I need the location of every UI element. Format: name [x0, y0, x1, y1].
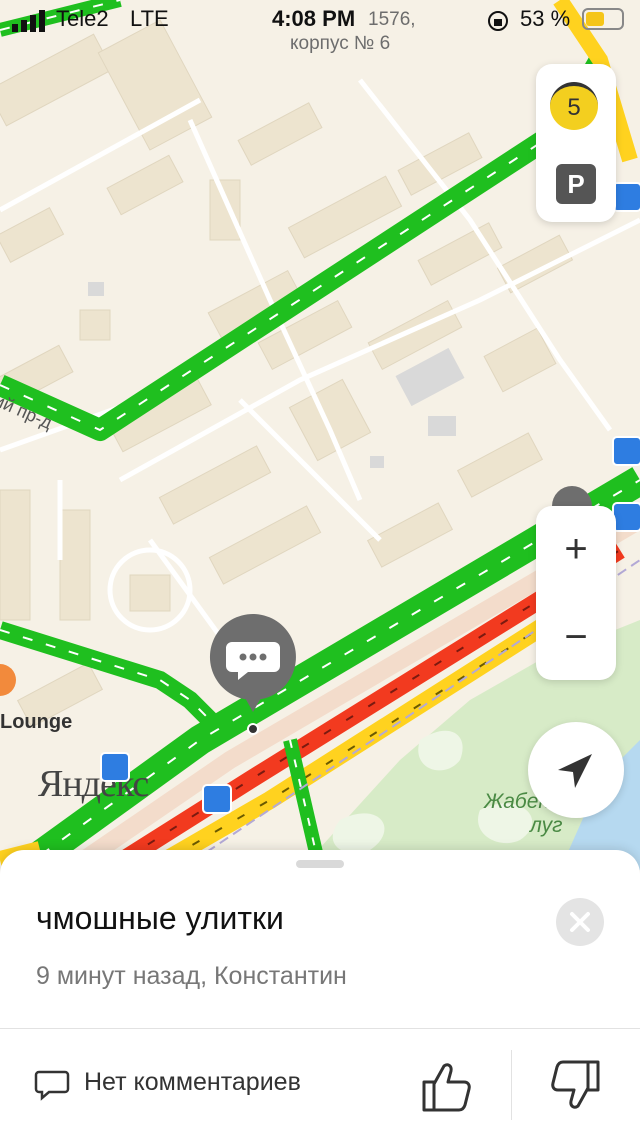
comments-label: Нет комментариев	[84, 1068, 301, 1096]
location-arrow-icon	[558, 754, 592, 788]
comment-icon	[34, 1070, 70, 1101]
battery-percent: 53 %	[520, 6, 571, 31]
layers-panel: 5 P	[536, 64, 616, 222]
divider	[0, 1028, 640, 1029]
map-view[interactable]: 1576, корпус № 6 ий пр-д Lounge Жабенски…	[0, 0, 640, 918]
thumbs-up-icon	[422, 1063, 471, 1112]
signal-icon	[12, 10, 45, 32]
event-sheet: чмошные улитки 9 минут назад, Константин…	[0, 850, 640, 1136]
status-bar: Tele2 LTE 4:08 PM 53 %	[0, 0, 640, 40]
dislike-button[interactable]	[544, 1054, 608, 1118]
close-button[interactable]	[556, 898, 604, 946]
place-label-lounge: Lounge	[0, 711, 73, 733]
sheet-handle[interactable]	[296, 860, 344, 868]
close-icon	[570, 912, 590, 932]
event-title: чмошные улитки	[36, 900, 284, 936]
traffic-score-button[interactable]: 5	[550, 82, 598, 130]
carrier-label: Tele2	[56, 6, 109, 31]
zoom-in-button[interactable]: +	[536, 524, 616, 574]
zoom-panel: + −	[536, 506, 616, 680]
vertical-divider	[511, 1050, 512, 1120]
thumbs-down-icon	[551, 1060, 600, 1109]
yandex-logo: Яндекс	[38, 763, 149, 805]
bus-stop-icon[interactable]	[612, 182, 640, 212]
bus-stop-icon[interactable]	[202, 784, 232, 814]
like-button[interactable]	[414, 1054, 478, 1118]
clock: 4:08 PM	[272, 6, 356, 31]
chat-marker[interactable]	[208, 612, 298, 712]
zoom-out-button[interactable]: −	[536, 612, 616, 662]
parking-button[interactable]: P	[556, 164, 596, 204]
chat-bubble-icon	[209, 614, 296, 712]
my-location-button[interactable]	[528, 722, 624, 818]
bus-stop-icon[interactable]	[612, 436, 640, 466]
event-subtitle: 9 минут назад, Константин	[36, 962, 347, 990]
bus-stop-icon[interactable]	[100, 752, 130, 782]
network-label: LTE	[130, 6, 169, 31]
battery-icon	[582, 8, 624, 30]
orientation-lock-icon	[488, 11, 508, 31]
bus-stop-icon[interactable]	[612, 502, 640, 532]
